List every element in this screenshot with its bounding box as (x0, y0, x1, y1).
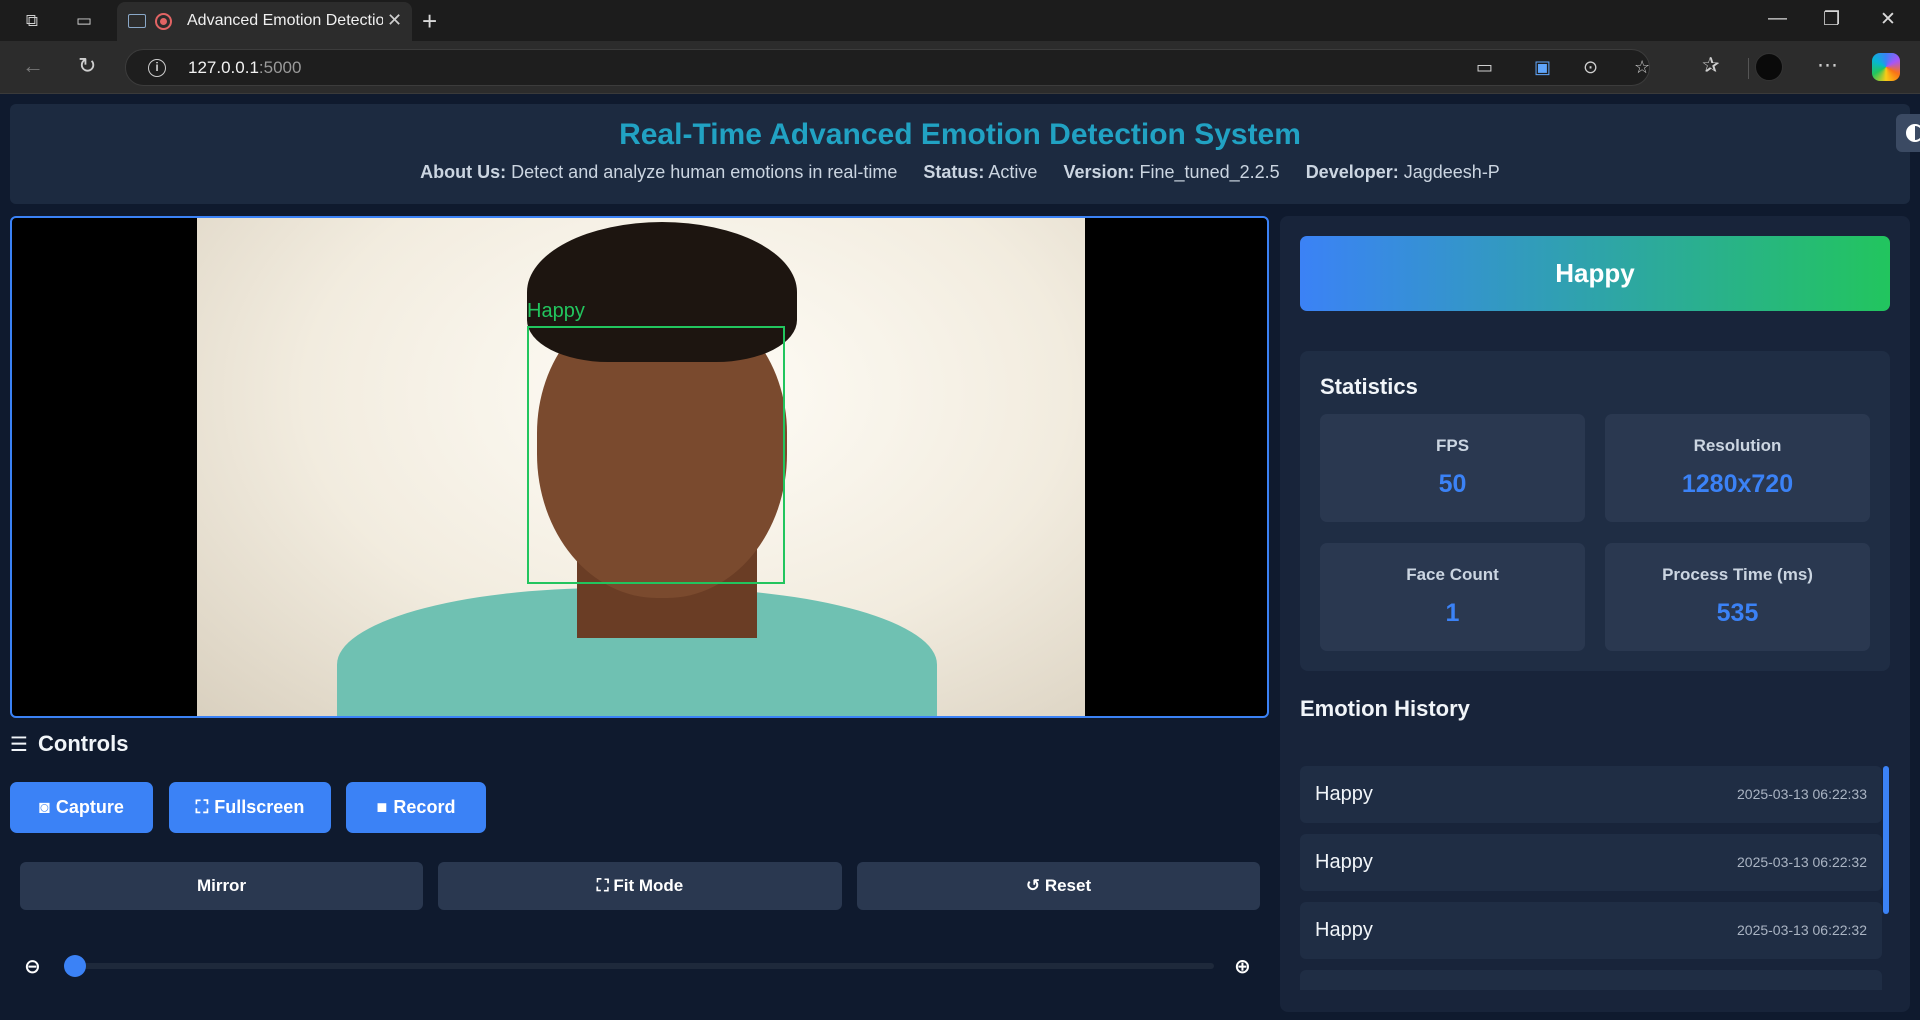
stat-fps: FPS 50 (1320, 414, 1585, 522)
zoom-slider[interactable] (64, 963, 1214, 969)
copilot-icon[interactable] (1872, 53, 1900, 81)
close-window-icon[interactable]: ✕ (1880, 8, 1896, 31)
fullscreen-button[interactable]: ⛶ Fullscreen (169, 782, 331, 833)
current-emotion-banner: Happy (1300, 236, 1890, 311)
app-header: Real-Time Advanced Emotion Detection Sys… (10, 104, 1910, 204)
stat-label: Process Time (ms) (1662, 565, 1813, 584)
about-value: Detect and analyze human emotions in rea… (511, 162, 898, 182)
stat-value: 1 (1445, 599, 1460, 627)
new-tab-button[interactable]: + (422, 6, 437, 37)
theme-toggle-button[interactable] (1896, 114, 1920, 152)
list-item: Happy 2025-03-13 06:22:32 (1300, 902, 1882, 959)
fit-mode-button[interactable]: ⛶ Fit Mode (438, 862, 842, 910)
emotion-history-heading: Emotion History (1300, 696, 1470, 721)
face-detection-box (527, 326, 785, 584)
camera-frame: Happy (197, 218, 1085, 716)
stat-label: Resolution (1693, 436, 1782, 455)
history-emotion: Happy (1315, 783, 1373, 805)
menu-dots-icon[interactable]: ⋯ (1817, 53, 1838, 78)
record-button[interactable]: ■ Record (346, 782, 486, 833)
recording-indicator-icon (155, 13, 172, 30)
video-camera-icon: ■ (376, 797, 388, 817)
url-text: 127.0.0.1:5000 (188, 58, 302, 77)
developer-label: Developer: (1305, 162, 1399, 182)
refresh-icon[interactable]: ↻ (78, 53, 96, 79)
divider (1748, 58, 1749, 79)
capture-button[interactable]: ◙ Capture (10, 782, 153, 833)
media-icon[interactable]: ▣ (1534, 57, 1551, 78)
version-label: Version: (1063, 162, 1135, 182)
list-item (1300, 970, 1882, 990)
close-tab-icon[interactable]: ✕ (387, 10, 402, 31)
expand-icon: ⛶ (596, 876, 614, 895)
browser-tab-active[interactable]: Advanced Emotion Detection ✕ (117, 2, 412, 41)
stat-process-time: Process Time (ms) 535 (1605, 543, 1870, 651)
video-feed[interactable]: Happy (10, 216, 1269, 718)
minimize-icon[interactable]: — (1768, 8, 1787, 30)
stat-resolution: Resolution 1280x720 (1605, 414, 1870, 522)
history-timestamp: 2025-03-13 06:22:33 (1737, 786, 1867, 802)
developer-value: Jagdeesh-P (1403, 162, 1500, 182)
contrast-icon (1906, 124, 1920, 142)
stat-face-count: Face Count 1 (1320, 543, 1585, 651)
history-emotion: Happy (1315, 919, 1373, 941)
emotion-history-list[interactable]: Happy 2025-03-13 06:22:33 Happy 2025-03-… (1300, 766, 1890, 990)
history-scrollbar[interactable] (1883, 766, 1889, 914)
face-emotion-label: Happy (527, 300, 585, 322)
camera-icon: ◙ (39, 797, 50, 817)
sliders-icon: ☰ (10, 734, 28, 756)
page-title: Real-Time Advanced Emotion Detection Sys… (619, 118, 1301, 151)
back-icon[interactable]: ← (22, 53, 44, 79)
site-info-icon[interactable]: i (148, 59, 166, 77)
history-emotion: Happy (1315, 851, 1373, 873)
about-label: About Us: (420, 162, 507, 182)
profile-avatar[interactable] (1755, 53, 1783, 81)
stat-label: FPS (1435, 436, 1470, 455)
url-field[interactable]: i 127.0.0.1:5000 ▭ ▣ ⊙ ☆ (125, 49, 1749, 86)
favorites-icon[interactable]: ✰ (1702, 53, 1720, 78)
list-item: Happy 2025-03-13 06:22:32 (1300, 834, 1882, 891)
history-timestamp: 2025-03-13 06:22:32 (1737, 854, 1867, 870)
statistics-heading: Statistics (1320, 374, 1418, 399)
controls-heading: ☰ Controls (10, 731, 129, 756)
camera-in-use-icon[interactable]: ▭ (1476, 57, 1493, 78)
stat-value: 1280x720 (1681, 470, 1794, 498)
mirror-button[interactable]: Mirror (20, 862, 423, 910)
terminal-favicon-icon (128, 14, 146, 28)
zoom-slider-thumb[interactable] (64, 955, 86, 977)
restore-icon[interactable]: ❐ (1823, 8, 1840, 31)
browser-address-bar: ← ↻ i 127.0.0.1:5000 ▭ ▣ ⊙ ☆ ✰ ⋯ (0, 41, 1920, 94)
stat-value: 50 (1438, 470, 1467, 498)
undo-icon: ↺ (1025, 876, 1045, 895)
zoom-in-icon[interactable]: ⊕ (1234, 954, 1251, 979)
stat-value: 535 (1716, 599, 1759, 627)
more-page-actions-icon[interactable]: ⊙ (1583, 57, 1598, 78)
tab-actions-icon[interactable]: ▭ (72, 9, 96, 33)
status-value: Active (988, 162, 1038, 182)
favorite-star-icon[interactable]: ☆ (1634, 57, 1650, 78)
list-item: Happy 2025-03-13 06:22:33 (1300, 766, 1882, 823)
history-timestamp: 2025-03-13 06:22:32 (1737, 922, 1867, 938)
workspaces-icon[interactable]: ⧉ (20, 9, 44, 33)
stat-label: Face Count (1406, 565, 1499, 584)
expand-icon: ⛶ (195, 797, 209, 817)
info-line: About Us: Detect and analyze human emoti… (10, 162, 1910, 183)
status-label: Status: (923, 162, 985, 182)
zoom-out-icon[interactable]: ⊖ (24, 954, 41, 979)
tab-title: Advanced Emotion Detection (187, 12, 383, 29)
version-value: Fine_tuned_2.2.5 (1139, 162, 1280, 182)
reset-button[interactable]: ↺ Reset (857, 862, 1260, 910)
browser-tab-bar: ⧉ ▭ Advanced Emotion Detection ✕ + — ❐ ✕ (0, 0, 1920, 41)
